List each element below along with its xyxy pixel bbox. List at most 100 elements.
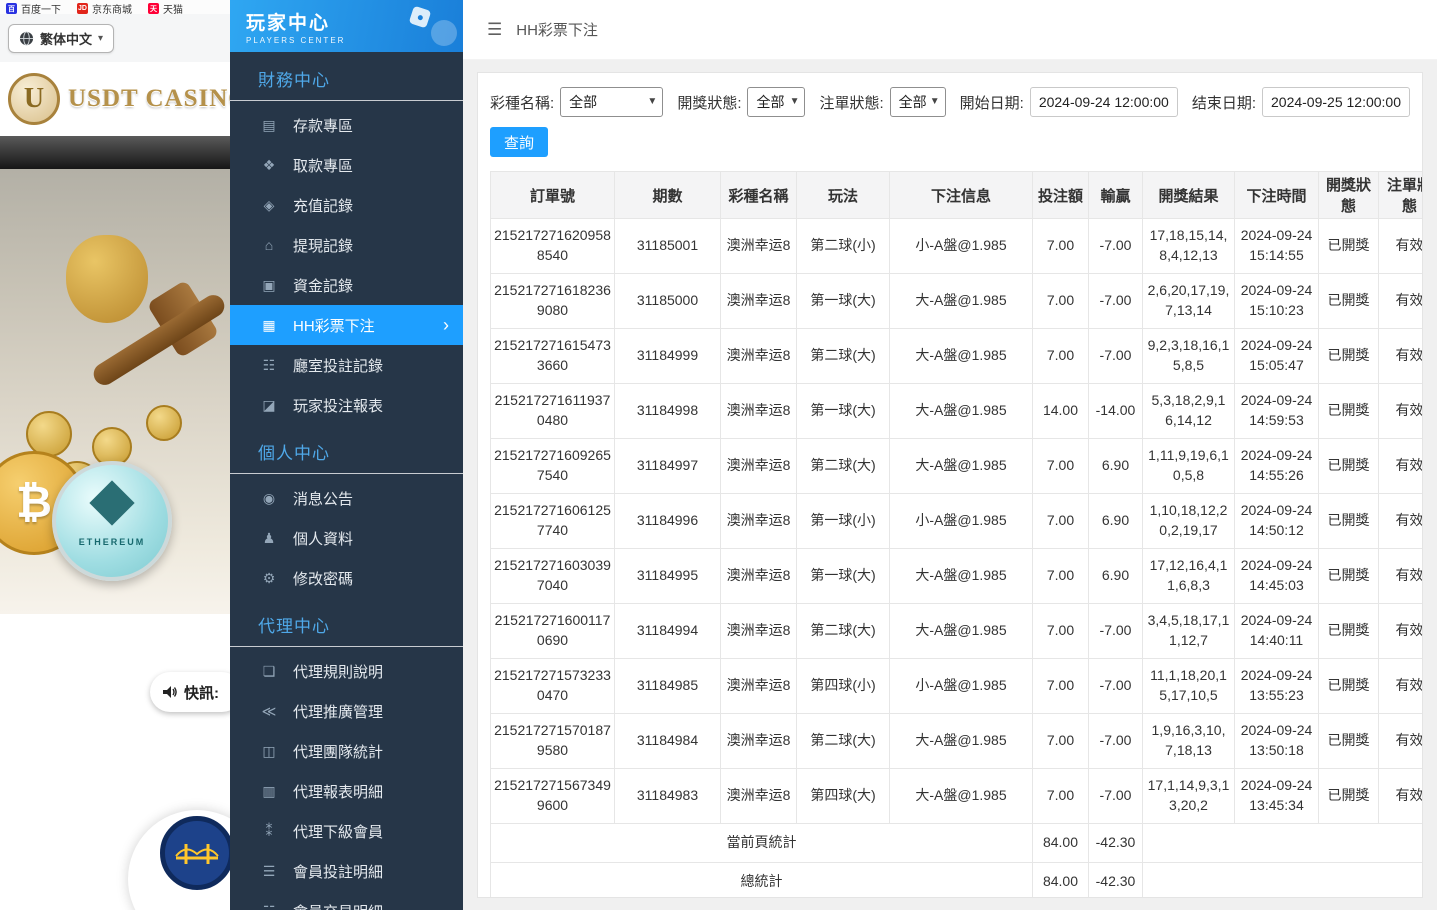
- section-title: 代理中心: [230, 598, 463, 647]
- bet-time: 2024-09-24 14:45:03: [1235, 549, 1319, 604]
- bet-time: 2024-09-24 13:50:18: [1235, 714, 1319, 769]
- table-row: 215217271600117069031184994澳洲幸运8第二球(大)大-…: [491, 604, 1424, 659]
- draw-status: 已開獎: [1319, 604, 1379, 659]
- sidebar-item-agent-promo[interactable]: ≪代理推廣管理: [230, 691, 463, 731]
- background-page: 百百度一下 JD京东商城 天天猫 繁体中文 ▾ U USDT CASINO: [0, 0, 230, 910]
- sidebar-item-room-bet-record[interactable]: ☷廳室投註記錄: [230, 345, 463, 385]
- table-foot: 當前頁統計84.00-42.30總統計84.00-42.30: [491, 824, 1424, 899]
- sidebar-item-agent-members[interactable]: ⁑代理下級會員: [230, 811, 463, 851]
- play-type: 第一球(小): [797, 494, 890, 549]
- lottery-select[interactable]: 全部 ▼: [560, 87, 663, 117]
- sidebar-item-deposit-zone[interactable]: ▤存款專區: [230, 105, 463, 145]
- end-date-input[interactable]: [1262, 87, 1410, 117]
- sidebar-item-label: 玩家投注報表: [293, 395, 383, 416]
- main-area: ☰ HH彩票下注 彩種名稱: 全部 ▼ 開獎狀態: 全部 ▼ 注單狀態:: [463, 0, 1437, 910]
- lottery-name: 澳洲幸运8: [721, 494, 797, 549]
- bookmark-label: 百度一下: [21, 1, 61, 14]
- bet-amount: 14.00: [1033, 384, 1089, 439]
- room-bet-record-icon: ☷: [260, 357, 278, 374]
- period-number: 31184995: [615, 549, 721, 604]
- globe-icon: [19, 31, 34, 46]
- play-type: 第二球(小): [797, 219, 890, 274]
- table-row: 215217271603039704031184995澳洲幸运8第一球(大)大-…: [491, 549, 1424, 604]
- language-selector[interactable]: 繁体中文 ▾: [8, 24, 114, 53]
- draw-result: 17,18,15,14,8,4,12,13: [1143, 219, 1235, 274]
- draw-status: 已開獎: [1319, 659, 1379, 714]
- table-row: 215217271618236908031185000澳洲幸运8第一球(大)大-…: [491, 274, 1424, 329]
- lottery-name: 澳洲幸运8: [721, 659, 797, 714]
- order-number: 2152172716154733660: [491, 329, 615, 384]
- bookmark-item[interactable]: JD京东商城: [77, 1, 132, 14]
- funds-record-icon: ▣: [260, 277, 278, 294]
- sidebar-item-lottery-bet[interactable]: ▦HH彩票下注›: [230, 305, 463, 345]
- table-row: 215217271615473366031184999澳洲幸运8第二球(大)大-…: [491, 329, 1424, 384]
- draw-status: 已開獎: [1319, 714, 1379, 769]
- play-type: 第二球(大): [797, 439, 890, 494]
- news-label: 快訊:: [184, 682, 219, 703]
- sidebar-item-recharge-record[interactable]: ◈充值記錄: [230, 185, 463, 225]
- column-header: 注單狀態: [1379, 172, 1424, 219]
- sidebar-item-announcement[interactable]: ◉消息公告: [230, 478, 463, 518]
- agent-team-icon: ◫: [260, 743, 278, 760]
- bet-info: 小-A盤@1.985: [890, 219, 1033, 274]
- sidebar-item-agent-report[interactable]: ▥代理報表明細: [230, 771, 463, 811]
- baidu-favicon: 百: [6, 3, 17, 14]
- table-row: 215217271567349960031184983澳洲幸运8第四球(大)大-…: [491, 769, 1424, 824]
- draw-status: 已開獎: [1319, 219, 1379, 274]
- search-button[interactable]: 查詢: [490, 127, 548, 157]
- order-status: 有效: [1379, 329, 1424, 384]
- bet-info: 大-A盤@1.985: [890, 604, 1033, 659]
- win-loss: -7.00: [1089, 769, 1143, 824]
- bookmark-item[interactable]: 百百度一下: [6, 1, 61, 14]
- bet-amount: 7.00: [1033, 494, 1089, 549]
- sidebar-subtitle: PLAYERS CENTER: [246, 36, 463, 45]
- sidebar-item-profile[interactable]: ♟個人資料: [230, 518, 463, 558]
- bet-amount: 7.00: [1033, 549, 1089, 604]
- deposit-zone-icon: ▤: [260, 117, 278, 134]
- sidebar-item-withdrawal-record[interactable]: ⌂提現記錄: [230, 225, 463, 265]
- select-caret-icon: ▼: [930, 96, 940, 107]
- agent-members-icon: ⁑: [260, 823, 278, 840]
- news-ticker[interactable]: 快訊:: [150, 672, 230, 712]
- usdt-casino-emblem-icon: U: [8, 73, 60, 125]
- bookmark-item[interactable]: 天天猫: [148, 1, 183, 14]
- lottery-name: 澳洲幸运8: [721, 714, 797, 769]
- order-status-select[interactable]: 全部 ▼: [890, 87, 946, 117]
- agent-report-icon: ▥: [260, 783, 278, 800]
- bookmarks-bar: 百百度一下 JD京东商城 天天猫: [0, 0, 230, 14]
- draw-status-select[interactable]: 全部 ▼: [747, 87, 805, 117]
- table-row: 215217271573233047031184985澳洲幸运8第四球(小)小-…: [491, 659, 1424, 714]
- page-total-row: 當前頁統計84.00-42.30: [491, 824, 1424, 863]
- empty-cell: [1143, 862, 1424, 898]
- sidebar-item-withdraw-zone[interactable]: ❖取款專區: [230, 145, 463, 185]
- menu-toggle-icon[interactable]: ☰: [487, 20, 502, 40]
- sidebar-item-agent-rules[interactable]: ❏代理規則說明: [230, 651, 463, 691]
- bet-time: 2024-09-24 14:40:11: [1235, 604, 1319, 659]
- start-date-input[interactable]: [1030, 87, 1178, 117]
- site-logo[interactable]: U USDT CASINO: [0, 62, 230, 136]
- start-date-label: 開始日期:: [960, 92, 1024, 113]
- sidebar-item-funds-record[interactable]: ▣資金記錄: [230, 265, 463, 305]
- order-status: 有效: [1379, 604, 1424, 659]
- sidebar-item-label: 個人資料: [293, 528, 353, 549]
- chevron-right-icon: ›: [443, 316, 449, 334]
- sidebar-item-password[interactable]: ⚙修改密碼: [230, 558, 463, 598]
- table-body: 215217271620958854031185001澳洲幸运8第二球(小)小-…: [491, 219, 1424, 824]
- draw-result: 5,3,18,2,9,16,14,12: [1143, 384, 1235, 439]
- floating-widget[interactable]: [128, 810, 230, 910]
- sidebar-item-label: 提現記錄: [293, 235, 353, 256]
- order-status-select-value: 全部: [899, 92, 927, 112]
- agent-promo-icon: ≪: [260, 703, 278, 720]
- ethereum-label: ETHEREUM: [79, 537, 146, 547]
- sidebar-item-agent-team[interactable]: ◫代理團隊統計: [230, 731, 463, 771]
- period-number: 31185001: [615, 219, 721, 274]
- sidebar-item-member-transaction[interactable]: ☱會員交易明細: [230, 891, 463, 910]
- sidebar-item-player-report[interactable]: ◪玩家投注報表: [230, 385, 463, 425]
- language-label: 繁体中文: [40, 29, 92, 48]
- sidebar-item-label: 代理規則說明: [293, 661, 383, 682]
- sidebar-item-member-bet[interactable]: ☰會員投註明細: [230, 851, 463, 891]
- period-number: 31184996: [615, 494, 721, 549]
- draw-result: 11,1,18,20,15,17,10,5: [1143, 659, 1235, 714]
- lottery-name: 澳洲幸运8: [721, 329, 797, 384]
- content-panel: 彩種名稱: 全部 ▼ 開獎狀態: 全部 ▼ 注單狀態: 全部 ▼: [477, 72, 1423, 898]
